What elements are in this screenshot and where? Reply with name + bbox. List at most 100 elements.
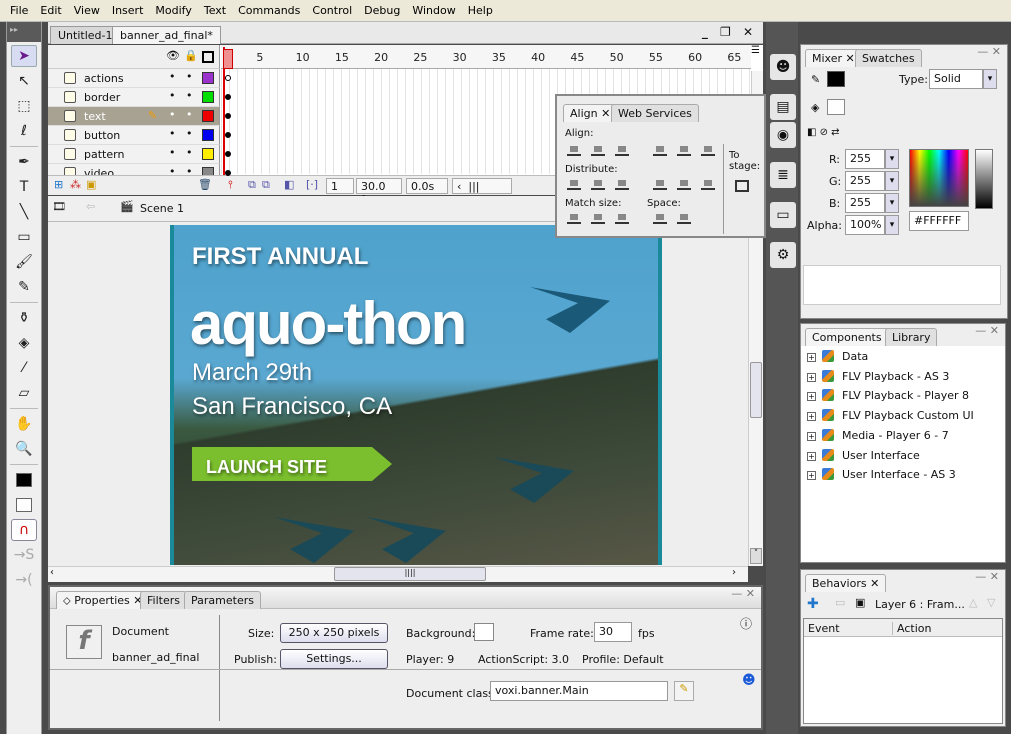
scroll-left-button[interactable]: ‹: [50, 567, 64, 581]
component-category[interactable]: + Media - Player 6 - 7: [807, 428, 949, 442]
scroll-thumb[interactable]: ||||: [334, 567, 486, 581]
visibility-dot[interactable]: •: [169, 146, 176, 159]
menu-view[interactable]: View: [68, 4, 106, 17]
hex-input[interactable]: #FFFFFF: [909, 211, 969, 231]
background-color-swatch[interactable]: [474, 623, 494, 641]
help-icon[interactable]: ⓘ: [740, 615, 752, 632]
window-controls[interactable]: _ ❐ ✕: [702, 25, 757, 39]
column-event[interactable]: Event: [808, 622, 840, 635]
straighten-icon[interactable]: →(: [11, 569, 37, 591]
distribute-v-center-icon[interactable]: [591, 178, 605, 190]
modify-onion-markers-icon[interactable]: [·]: [306, 178, 318, 191]
align-bottom-icon[interactable]: [701, 144, 715, 156]
menu-insert[interactable]: Insert: [106, 4, 150, 17]
component-category[interactable]: + FLV Playback - Player 8: [807, 389, 969, 402]
brush-tool[interactable]: 🖌: [11, 251, 37, 273]
match-both-icon[interactable]: [615, 212, 629, 224]
distribute-h-center-icon[interactable]: [677, 178, 691, 190]
delete-layer-icon[interactable]: 🗑: [198, 178, 212, 191]
keyframe[interactable]: [225, 170, 231, 176]
menu-help[interactable]: Help: [462, 4, 499, 17]
pencil-tool[interactable]: ✎: [11, 276, 37, 298]
lock-dot[interactable]: •: [186, 108, 193, 121]
back-arrow-icon[interactable]: ⇦: [86, 200, 95, 213]
blue-input[interactable]: 255: [845, 193, 885, 213]
space-horizontal-icon[interactable]: [677, 212, 691, 224]
stroke-color-swatch[interactable]: [11, 469, 37, 491]
outline-color-swatch[interactable]: [202, 91, 214, 103]
stroke-color-swatch[interactable]: [827, 71, 845, 87]
expand-icon[interactable]: +: [807, 451, 816, 461]
outline-color-swatch[interactable]: [202, 72, 214, 84]
move-down-icon[interactable]: ▽: [987, 596, 995, 609]
layer-row[interactable]: button • •: [48, 126, 220, 145]
tab-filters[interactable]: Filters: [140, 591, 187, 609]
component-category[interactable]: + User Interface: [807, 448, 920, 462]
layer-name[interactable]: button: [84, 129, 120, 142]
tab-library[interactable]: Library: [885, 328, 938, 346]
add-motion-guide-icon[interactable]: ⁂: [70, 178, 81, 191]
color-swap-icons[interactable]: ◧ ⊘ ⇄: [807, 127, 840, 138]
menu-control[interactable]: Control: [306, 4, 358, 17]
snap-to-objects-button[interactable]: ∩: [11, 519, 37, 541]
menu-text[interactable]: Text: [198, 4, 232, 17]
scroll-right-button[interactable]: ›: [732, 567, 746, 581]
visibility-dot[interactable]: •: [169, 89, 176, 102]
scroll-thumb[interactable]: [750, 362, 762, 418]
lock-dot[interactable]: •: [186, 89, 193, 102]
lock-dot[interactable]: •: [186, 127, 193, 140]
panel-controls[interactable]: — ✕: [731, 587, 755, 600]
pen-tool[interactable]: ✒: [11, 151, 37, 173]
banner-stage[interactable]: FIRST ANNUAL aquo-thon March 29th San Fr…: [170, 225, 662, 565]
menu-file[interactable]: File: [4, 4, 34, 17]
color-spectrum[interactable]: [909, 149, 969, 207]
distribute-bottom-icon[interactable]: [615, 178, 629, 190]
blue-dropdown[interactable]: ▾: [885, 193, 899, 213]
hand-tool[interactable]: ✋: [11, 413, 37, 435]
launch-site-label[interactable]: LAUNCH SITE: [206, 457, 327, 478]
keyframe[interactable]: [225, 132, 231, 138]
align-top-icon[interactable]: [653, 144, 667, 156]
align-h-center-icon[interactable]: [591, 144, 605, 156]
timeline-horizontal-scrollbar[interactable]: ‹ |||: [452, 178, 512, 194]
expand-icon[interactable]: +: [807, 392, 816, 402]
free-transform-tool[interactable]: ⬚: [11, 95, 37, 117]
tab-properties[interactable]: ⬦ Properties ✕: [56, 591, 150, 609]
stage-vertical-scrollbar[interactable]: ˅: [748, 222, 763, 566]
paint-bucket-tool[interactable]: ◈: [11, 332, 37, 354]
component-category[interactable]: + FLV Playback - AS 3: [807, 369, 949, 383]
red-dropdown[interactable]: ▾: [885, 149, 899, 169]
menu-modify[interactable]: Modify: [149, 4, 197, 17]
distribute-top-icon[interactable]: [567, 178, 581, 190]
keyframe[interactable]: [225, 75, 231, 81]
web-services-icon[interactable]: ◉: [770, 122, 796, 148]
smooth-icon[interactable]: →S: [11, 544, 37, 566]
layer-name[interactable]: text: [84, 110, 106, 123]
align-right-icon[interactable]: [615, 144, 629, 156]
tab-banner-ad-final[interactable]: banner_ad_final*: [112, 26, 221, 44]
distribute-right-icon[interactable]: [701, 178, 715, 190]
column-action[interactable]: Action: [892, 622, 931, 635]
accessibility-icon[interactable]: ☻: [742, 673, 756, 688]
to-stage-button[interactable]: [735, 180, 749, 192]
accessibility-panel-icon[interactable]: ☻: [770, 54, 796, 80]
timeline-toggle-icon[interactable]: 🎞: [52, 200, 66, 213]
layer-row[interactable]: text ✎ • •: [48, 107, 220, 126]
panel-controls[interactable]: — ✕: [975, 324, 999, 337]
subselection-tool[interactable]: ↖: [11, 70, 37, 92]
onion-skin-outlines-icon[interactable]: ⧉: [262, 178, 270, 192]
visibility-dot[interactable]: •: [169, 127, 176, 140]
menu-window[interactable]: Window: [406, 4, 461, 17]
tab-swatches[interactable]: Swatches: [855, 49, 922, 67]
onion-skin-icon[interactable]: ⧉: [248, 178, 256, 192]
timeline-ruler[interactable]: 15101520253035404550556065: [221, 45, 751, 69]
tab-untitled-1[interactable]: Untitled-1: [50, 26, 121, 44]
eyedropper-tool[interactable]: ⁄: [11, 357, 37, 379]
lock-dot[interactable]: •: [186, 70, 193, 83]
layer-row[interactable]: border • •: [48, 88, 220, 107]
expand-icon[interactable]: +: [807, 412, 816, 422]
zoom-tool[interactable]: 🔍: [11, 438, 37, 460]
remove-behavior-icon[interactable]: ▭: [835, 596, 845, 609]
keyframe[interactable]: [225, 151, 231, 157]
insert-layer-icon[interactable]: ⊞: [54, 178, 63, 191]
